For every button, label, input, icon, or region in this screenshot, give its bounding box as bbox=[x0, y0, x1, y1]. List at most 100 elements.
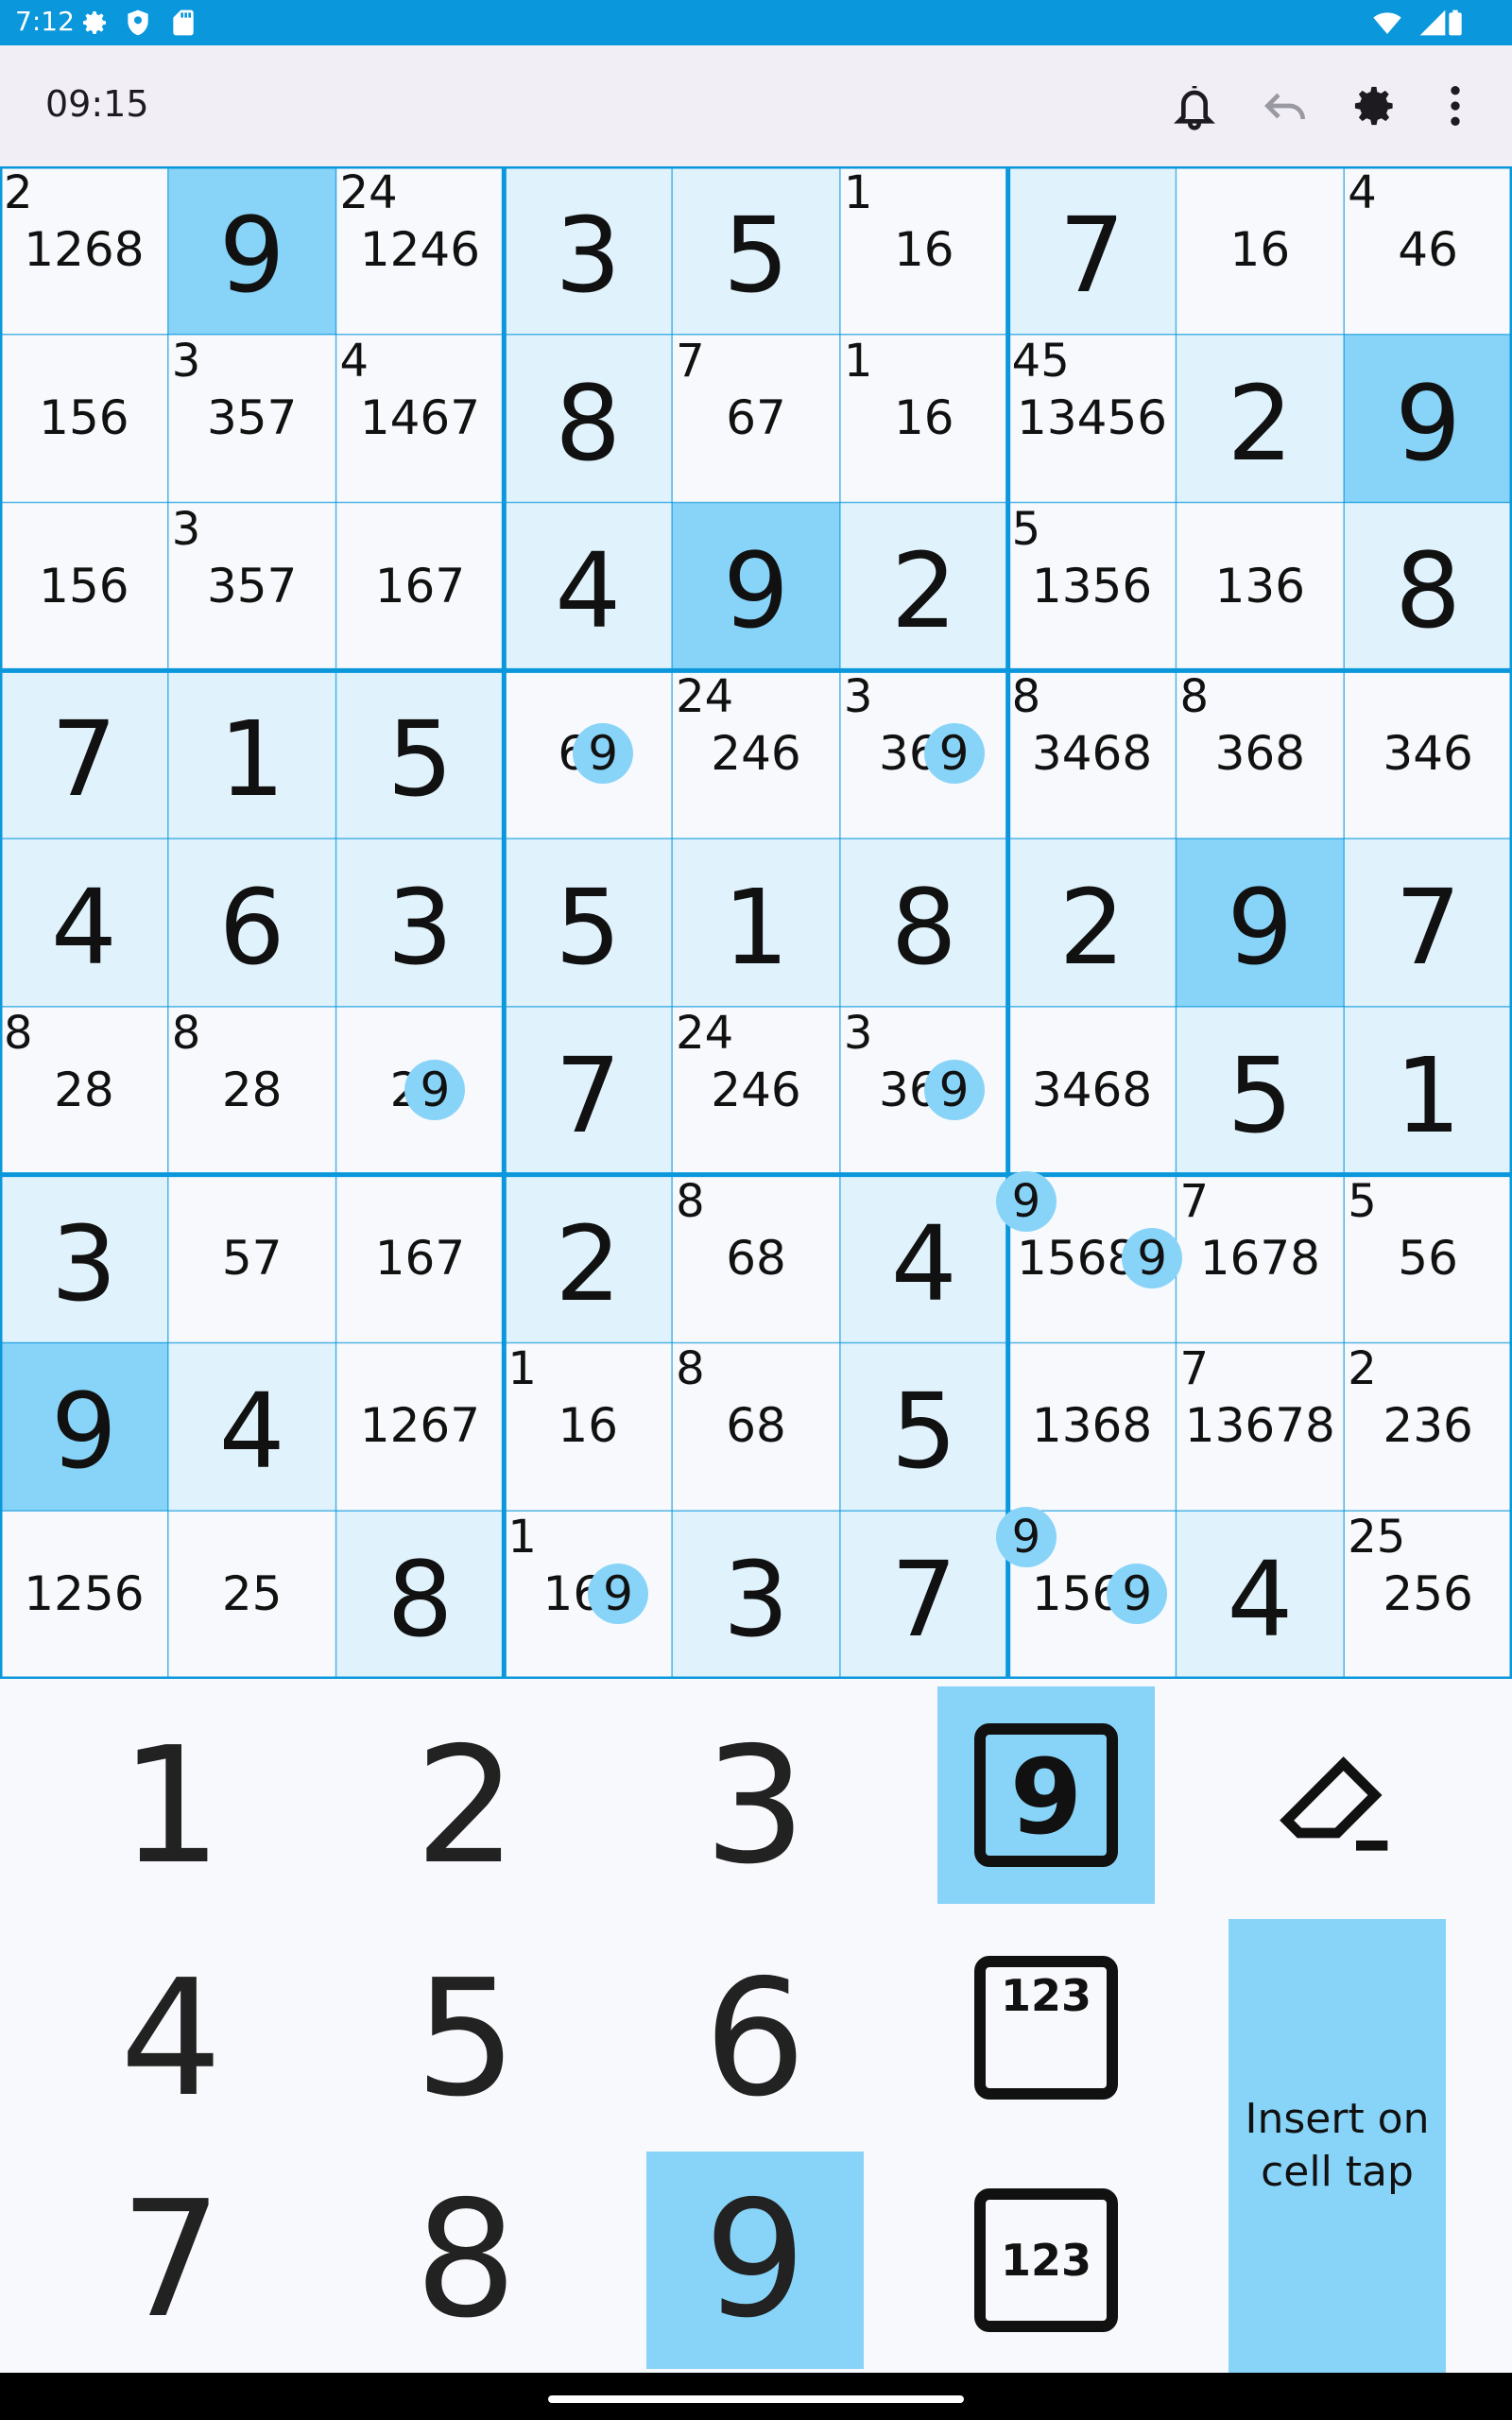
cell-r4c5[interactable]: 24 246 bbox=[672, 670, 840, 838]
cell-r6c2[interactable]: 8 28 bbox=[168, 1007, 336, 1175]
cell-r5c3[interactable]: 3 bbox=[335, 838, 505, 1007]
cell-r9c6[interactable]: 7 bbox=[839, 1511, 1008, 1680]
cell-r8c7[interactable]: 1368 bbox=[1008, 1342, 1177, 1511]
cell-r2c6[interactable]: 1 16 bbox=[840, 335, 1008, 503]
cell-r1c4[interactable]: 3 bbox=[504, 166, 673, 335]
cell-r7c4[interactable]: 2 bbox=[504, 1174, 673, 1343]
cell-r2c5[interactable]: 7 67 bbox=[672, 335, 840, 503]
cell-r9c8[interactable]: 4 bbox=[1176, 1511, 1345, 1680]
cell-r4c8[interactable]: 8 368 bbox=[1176, 670, 1344, 838]
cell-r6c8[interactable]: 5 bbox=[1176, 1006, 1345, 1175]
cell-r4c3[interactable]: 5 bbox=[335, 670, 505, 839]
cell-r3c5[interactable]: 9 bbox=[672, 502, 840, 671]
cell-r1c7[interactable]: 7 bbox=[1007, 166, 1177, 335]
cell-r3c1[interactable]: 156 bbox=[0, 503, 168, 671]
cell-r6c6[interactable]: 3 369 bbox=[840, 1007, 1008, 1175]
cell-r3c7[interactable]: 5 1356 bbox=[1008, 503, 1177, 671]
home-handle[interactable] bbox=[548, 2395, 964, 2403]
cell-r1c2[interactable]: 9 bbox=[167, 166, 336, 335]
cell-r8c1[interactable]: 9 bbox=[0, 1342, 168, 1512]
corner-note-mode-button[interactable]: 123 bbox=[937, 1919, 1155, 2136]
digit-key-5[interactable]: 5 bbox=[357, 1930, 575, 2148]
center-note-mode-button[interactable]: 123 bbox=[937, 2152, 1155, 2369]
undo-icon[interactable] bbox=[1259, 79, 1312, 132]
digit-key-7[interactable]: 7 bbox=[62, 2152, 280, 2369]
cell-r4c6[interactable]: 3 369 bbox=[840, 670, 1008, 838]
eraser-button[interactable] bbox=[1228, 1686, 1446, 1904]
cell-r1c6[interactable]: 1 16 bbox=[840, 166, 1008, 335]
cell-r4c9[interactable]: 346 bbox=[1344, 670, 1512, 838]
cell-r8c5[interactable]: 8 68 bbox=[672, 1342, 840, 1511]
cell-r2c2[interactable]: 3 357 bbox=[168, 335, 336, 503]
cell-r4c2[interactable]: 1 bbox=[167, 670, 336, 839]
cell-r8c2[interactable]: 4 bbox=[167, 1342, 336, 1512]
cell-r9c4[interactable]: 1 169 bbox=[504, 1511, 672, 1679]
cell-r2c7[interactable]: 45 13456 bbox=[1008, 335, 1177, 503]
cell-r7c9[interactable]: 5 56 bbox=[1344, 1175, 1512, 1343]
cell-r9c2[interactable]: 25 bbox=[168, 1511, 336, 1679]
cell-r1c1[interactable]: 2 1268 bbox=[0, 166, 168, 335]
cell-r2c8[interactable]: 2 bbox=[1176, 334, 1345, 503]
digit-key-9[interactable]: 9 bbox=[646, 2152, 864, 2369]
settings-icon[interactable] bbox=[1348, 79, 1400, 132]
cell-r4c7[interactable]: 8 3468 bbox=[1008, 670, 1177, 838]
cell-r5c4[interactable]: 5 bbox=[504, 838, 673, 1007]
cell-r5c7[interactable]: 2 bbox=[1007, 838, 1177, 1007]
cell-r2c9[interactable]: 9 bbox=[1344, 334, 1512, 503]
alarm-off-icon[interactable] bbox=[1168, 79, 1221, 132]
cell-r6c7[interactable]: 3468 bbox=[1008, 1007, 1177, 1175]
cell-r3c2[interactable]: 3 357 bbox=[168, 503, 336, 671]
digit-key-6[interactable]: 6 bbox=[646, 1930, 864, 2148]
cell-r2c1[interactable]: 156 bbox=[0, 335, 168, 503]
digit-key-1[interactable]: 1 bbox=[62, 1698, 280, 1915]
cell-r3c4[interactable]: 4 bbox=[504, 502, 673, 671]
cell-r7c6[interactable]: 4 bbox=[839, 1174, 1008, 1343]
digit-key-2[interactable]: 2 bbox=[357, 1698, 575, 1915]
cell-r3c8[interactable]: 136 bbox=[1176, 503, 1344, 671]
cell-r6c5[interactable]: 24 246 bbox=[672, 1007, 840, 1175]
cell-r6c3[interactable]: 29 bbox=[336, 1007, 505, 1175]
cell-r8c8[interactable]: 7 13678 bbox=[1176, 1342, 1344, 1511]
cell-r9c3[interactable]: 8 bbox=[335, 1511, 505, 1680]
insert-on-cell-tap-button[interactable]: Insert on cell tap bbox=[1228, 1919, 1446, 2373]
cell-r6c9[interactable]: 1 bbox=[1344, 1006, 1512, 1175]
cell-r5c1[interactable]: 4 bbox=[0, 838, 168, 1007]
cell-r7c3[interactable]: 167 bbox=[336, 1175, 505, 1343]
cell-r6c1[interactable]: 8 28 bbox=[0, 1007, 168, 1175]
cell-r1c5[interactable]: 5 bbox=[672, 166, 840, 335]
cell-r5c5[interactable]: 1 bbox=[672, 838, 840, 1007]
cell-r5c9[interactable]: 7 bbox=[1344, 838, 1512, 1007]
cell-r9c1[interactable]: 1256 bbox=[0, 1511, 168, 1679]
cell-r4c1[interactable]: 7 bbox=[0, 670, 168, 839]
digit-key-8[interactable]: 8 bbox=[357, 2152, 575, 2369]
cell-r7c1[interactable]: 3 bbox=[0, 1174, 168, 1343]
cell-r9c9[interactable]: 25 256 bbox=[1344, 1511, 1512, 1679]
cell-r7c5[interactable]: 8 68 bbox=[672, 1175, 840, 1343]
cell-r8c3[interactable]: 1267 bbox=[336, 1342, 505, 1511]
cell-r5c2[interactable]: 6 bbox=[167, 838, 336, 1007]
cell-r3c9[interactable]: 8 bbox=[1344, 502, 1512, 671]
digit-key-4[interactable]: 4 bbox=[62, 1930, 280, 2148]
cell-r7c8[interactable]: 7 1678 bbox=[1176, 1175, 1344, 1343]
cell-r9c5[interactable]: 3 bbox=[672, 1511, 840, 1680]
cell-r1c3[interactable]: 24 1246 bbox=[336, 166, 505, 335]
cell-r1c9[interactable]: 4 46 bbox=[1344, 166, 1512, 335]
cell-r7c2[interactable]: 57 bbox=[168, 1175, 336, 1343]
cell-r5c6[interactable]: 8 bbox=[839, 838, 1008, 1007]
value-mode-button[interactable]: 9 bbox=[937, 1686, 1155, 1904]
cell-r5c8[interactable]: 9 bbox=[1176, 838, 1345, 1007]
cell-r6c4[interactable]: 7 bbox=[504, 1006, 673, 1175]
cell-r3c6[interactable]: 2 bbox=[839, 502, 1008, 671]
cell-r1c8[interactable]: 16 bbox=[1176, 166, 1344, 335]
cell-r8c9[interactable]: 2 236 bbox=[1344, 1342, 1512, 1511]
cell-r7c7[interactable]: 9 15689 bbox=[1008, 1175, 1177, 1343]
more-vert-icon[interactable] bbox=[1429, 79, 1482, 132]
cell-r2c3[interactable]: 4 1467 bbox=[336, 335, 505, 503]
cell-r4c4[interactable]: 69 bbox=[504, 670, 672, 838]
digit-key-3[interactable]: 3 bbox=[646, 1698, 864, 1915]
cell-r8c4[interactable]: 1 16 bbox=[504, 1342, 672, 1511]
cell-r3c3[interactable]: 167 bbox=[336, 503, 505, 671]
cell-r2c4[interactable]: 8 bbox=[504, 334, 673, 503]
cell-r9c7[interactable]: 9 1569 bbox=[1008, 1511, 1177, 1679]
cell-r8c6[interactable]: 5 bbox=[839, 1342, 1008, 1512]
